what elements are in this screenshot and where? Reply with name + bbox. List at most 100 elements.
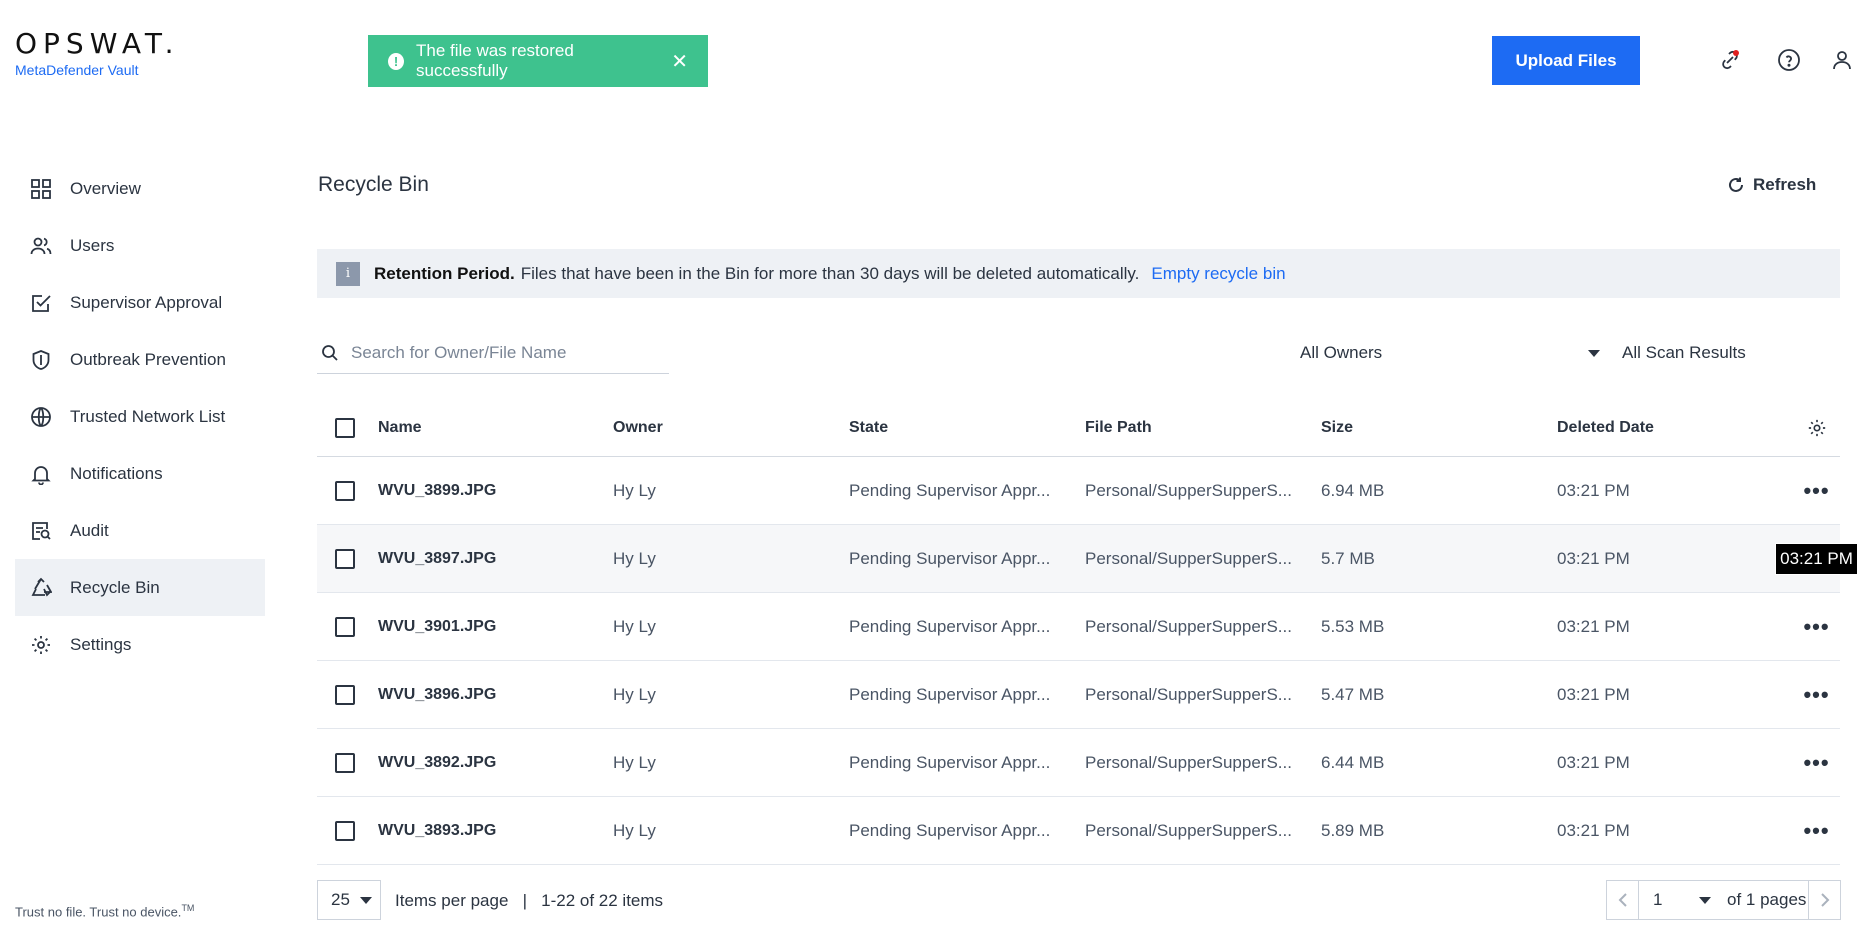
table-row[interactable]: WVU_3899.JPG Hy Ly Pending Supervisor Ap… (317, 457, 1840, 525)
row-select-cell (317, 820, 378, 841)
file-size: 5.7 MB (1321, 548, 1375, 568)
opswat-logo[interactable]: OPSWAT. MetaDefender Vault (15, 30, 180, 79)
row-checkbox[interactable] (335, 480, 355, 501)
row-checkbox[interactable] (335, 548, 355, 569)
recycle-icon (31, 577, 52, 597)
bell-icon (31, 465, 51, 485)
sidebar-item-label: Settings (70, 634, 132, 654)
file-name[interactable]: WVU_3896.JPG (378, 686, 613, 704)
more-actions-icon[interactable]: ••• (1803, 480, 1829, 502)
column-header-name[interactable]: Name (378, 419, 613, 437)
table-header-row: Name Owner State File Path Size Deleted … (317, 400, 1840, 457)
row-checkbox[interactable] (335, 684, 355, 705)
audit-icon (32, 521, 51, 540)
row-actions-cell: ••• (1793, 752, 1840, 774)
table-row[interactable]: WVU_3892.JPG Hy Ly Pending Supervisor Ap… (317, 729, 1840, 797)
chevron-left-icon (1618, 893, 1627, 907)
file-path: Personal/SupperSupperS... (1085, 820, 1292, 840)
current-page-select[interactable]: 1 (1639, 890, 1719, 910)
owner-filter-dropdown[interactable]: All Owners (1300, 332, 1600, 374)
table-row[interactable]: WVU_3896.JPG Hy Ly Pending Supervisor Ap… (317, 661, 1840, 729)
chevron-down-icon (1588, 349, 1600, 357)
row-checkbox[interactable] (335, 616, 355, 637)
deleted-date: 03:21 PM (1557, 548, 1630, 568)
empty-recycle-bin-link[interactable]: Empty recycle bin (1151, 264, 1285, 284)
row-select-cell (317, 480, 378, 501)
sidebar-item-recycle-bin[interactable]: Recycle Bin (15, 559, 265, 616)
column-header-owner[interactable]: Owner (613, 419, 849, 437)
file-owner: Hy Ly (613, 616, 656, 636)
more-actions-icon[interactable]: ••• (1803, 752, 1829, 774)
sidebar-item-overview[interactable]: Overview (15, 160, 265, 217)
sidebar-nav: Overview Users Supervisor Approval Outbr… (15, 160, 265, 673)
column-header-state[interactable]: State (849, 419, 1085, 437)
file-size: 5.89 MB (1321, 820, 1385, 840)
scan-results-filter-dropdown[interactable]: All Scan Results (1622, 332, 1861, 374)
gear-icon[interactable] (1807, 418, 1827, 438)
file-name[interactable]: WVU_3899.JPG (378, 482, 613, 500)
file-state: Pending Supervisor Appr... (849, 548, 1051, 568)
success-toast: ! The file was restored successfully ✕ (368, 35, 708, 87)
sidebar-item-notifications[interactable]: Notifications (15, 445, 265, 502)
refresh-button[interactable]: Refresh (1727, 175, 1816, 195)
deleted-date-tooltip: 03:21 PM (1775, 542, 1858, 575)
file-owner: Hy Ly (613, 684, 656, 704)
file-path: Personal/SupperSupperS... (1085, 616, 1292, 636)
select-all-checkbox[interactable] (335, 418, 355, 438)
scan-filter-value: All Scan Results (1622, 343, 1746, 362)
row-checkbox[interactable] (335, 820, 355, 841)
previous-page-button[interactable] (1607, 881, 1639, 919)
footer-tagline: Trust no file. Trust no device.TM (15, 903, 194, 919)
file-state: Pending Supervisor Appr... (849, 616, 1051, 636)
sidebar-item-outbreak-prevention[interactable]: Outbreak Prevention (15, 331, 265, 388)
banner-message: Files that have been in the Bin for more… (520, 263, 1140, 283)
integration-link-icon[interactable] (1716, 46, 1744, 74)
owner-filter-value: All Owners (1300, 343, 1383, 362)
sidebar-item-label: Trusted Network List (70, 406, 226, 426)
sidebar-item-supervisor-approval[interactable]: Supervisor Approval (15, 274, 265, 331)
row-actions-cell: ••• (1793, 480, 1840, 502)
table-row[interactable]: WVU_3901.JPG Hy Ly Pending Supervisor Ap… (317, 593, 1840, 661)
grid-icon (31, 178, 51, 199)
file-name[interactable]: WVU_3893.JPG (378, 822, 613, 840)
help-icon[interactable] (1775, 46, 1803, 74)
more-actions-icon[interactable]: ••• (1803, 616, 1829, 638)
approval-icon (32, 294, 51, 312)
sidebar-item-audit[interactable]: Audit (15, 502, 265, 559)
tagline-text: Trust no file. Trust no device. (15, 904, 182, 920)
chevron-down-icon (359, 896, 372, 904)
column-header-size[interactable]: Size (1321, 419, 1557, 437)
file-name[interactable]: WVU_3901.JPG (378, 618, 613, 636)
table-row[interactable]: WVU_3893.JPG Hy Ly Pending Supervisor Ap… (317, 797, 1840, 865)
deleted-date: 03:21 PM (1557, 752, 1630, 772)
search-input[interactable] (351, 342, 651, 363)
sidebar-item-users[interactable]: Users (15, 217, 265, 274)
more-actions-icon[interactable]: ••• (1803, 684, 1829, 706)
file-size: 6.44 MB (1321, 752, 1385, 772)
sidebar-item-settings[interactable]: Settings (15, 616, 265, 673)
table-row[interactable]: WVU_3897.JPG Hy Ly Pending Supervisor Ap… (317, 525, 1858, 593)
column-header-file-path[interactable]: File Path (1085, 419, 1321, 437)
row-actions-cell: ••• (1793, 820, 1840, 842)
next-page-button[interactable] (1808, 881, 1840, 919)
items-per-page-select[interactable]: 25 (317, 880, 381, 920)
file-path: Personal/SupperSupperS... (1085, 752, 1292, 772)
column-header-deleted-date[interactable]: Deleted Date (1557, 419, 1793, 437)
sidebar-item-label: Notifications (70, 463, 163, 483)
info-icon: i (336, 261, 360, 286)
user-account-icon[interactable] (1828, 46, 1856, 74)
file-name[interactable]: WVU_3897.JPG (378, 550, 613, 568)
close-icon[interactable]: ✕ (671, 49, 688, 74)
row-select-cell (317, 548, 378, 569)
more-actions-icon[interactable]: ••• (1803, 820, 1829, 842)
sidebar-item-trusted-network-list[interactable]: Trusted Network List (15, 388, 265, 445)
search-box (317, 332, 669, 374)
file-state: Pending Supervisor Appr... (849, 820, 1051, 840)
file-size: 5.53 MB (1321, 616, 1385, 636)
retention-banner: i Retention Period. Files that have been… (317, 249, 1840, 298)
upload-files-button[interactable]: Upload Files (1492, 36, 1640, 85)
row-checkbox[interactable] (335, 752, 355, 773)
total-pages-label: of 1 pages (1727, 890, 1807, 909)
file-name[interactable]: WVU_3892.JPG (378, 754, 613, 772)
file-owner: Hy Ly (613, 820, 656, 840)
